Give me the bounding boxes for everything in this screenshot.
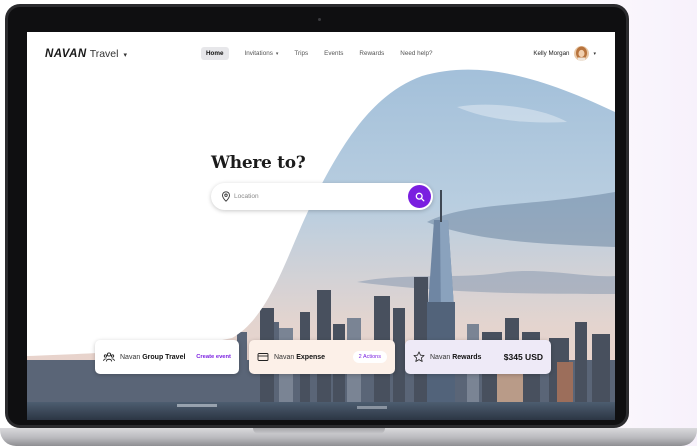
top-nav: NAVAN Travel ▾ Home Invitations ▾ Trips E…: [27, 32, 615, 78]
nav-invitations[interactable]: Invitations ▾: [245, 47, 279, 60]
user-avatar-icon: [574, 46, 590, 61]
product-name: Travel: [89, 48, 119, 60]
rewards-balance: $345 USD: [503, 352, 543, 362]
page-title: Where to?: [211, 153, 306, 173]
app-screen: NAVAN Travel ▾ Home Invitations ▾ Trips E…: [27, 32, 615, 420]
search-bar[interactable]: [211, 183, 433, 210]
nav-help[interactable]: Need help?: [400, 47, 432, 60]
card-brand: Navan: [430, 353, 451, 361]
laptop-lid: NAVAN Travel ▾ Home Invitations ▾ Trips E…: [5, 4, 629, 428]
location-input[interactable]: [234, 190, 404, 203]
avatar[interactable]: [574, 46, 590, 61]
navan-wordmark: NAVAN: [45, 48, 87, 60]
user-menu[interactable]: Kelly Morgan ▾: [533, 46, 596, 61]
card-product: Rewards: [452, 353, 482, 361]
rewards-card[interactable]: Navan Rewards $345 USD: [405, 340, 551, 374]
product-switcher-caret-icon[interactable]: ▾: [123, 51, 127, 59]
card-product: Expense: [296, 353, 326, 361]
nav-home[interactable]: Home: [201, 47, 229, 60]
user-name: Kelly Morgan: [533, 50, 570, 57]
expense-card[interactable]: Navan Expense 2 Actions: [249, 340, 395, 374]
nav-rewards[interactable]: Rewards: [359, 47, 384, 60]
camera-dot: [318, 18, 321, 21]
laptop-notch: [253, 428, 385, 434]
search-button[interactable]: [408, 185, 431, 208]
nav-events[interactable]: Events: [324, 47, 343, 60]
chevron-down-icon[interactable]: ▾: [593, 51, 596, 57]
card-icon: [257, 353, 269, 361]
nav-invitations-label: Invitations: [244, 50, 273, 57]
group-people-icon: [103, 352, 115, 362]
group-travel-card[interactable]: Navan Group Travel Create event: [95, 340, 239, 374]
location-pin-icon: [222, 191, 230, 202]
create-event-link[interactable]: Create event: [196, 354, 231, 360]
app-logo[interactable]: NAVAN Travel ▾: [45, 48, 127, 60]
search-icon: [415, 192, 424, 201]
card-brand: Navan: [120, 353, 141, 361]
star-icon: [413, 351, 425, 362]
card-brand: Navan: [274, 353, 295, 361]
laptop-base: [0, 428, 697, 446]
laptop-scene: NAVAN Travel ▾ Home Invitations ▾ Trips E…: [0, 0, 697, 446]
nav-trips[interactable]: Trips: [294, 47, 308, 60]
card-product: Group Travel: [142, 353, 186, 361]
nav-menu: Home Invitations ▾ Trips Events Rewards N…: [201, 47, 448, 60]
chevron-down-icon: ▾: [275, 51, 279, 57]
actions-badge[interactable]: 2 Actions: [352, 351, 387, 363]
